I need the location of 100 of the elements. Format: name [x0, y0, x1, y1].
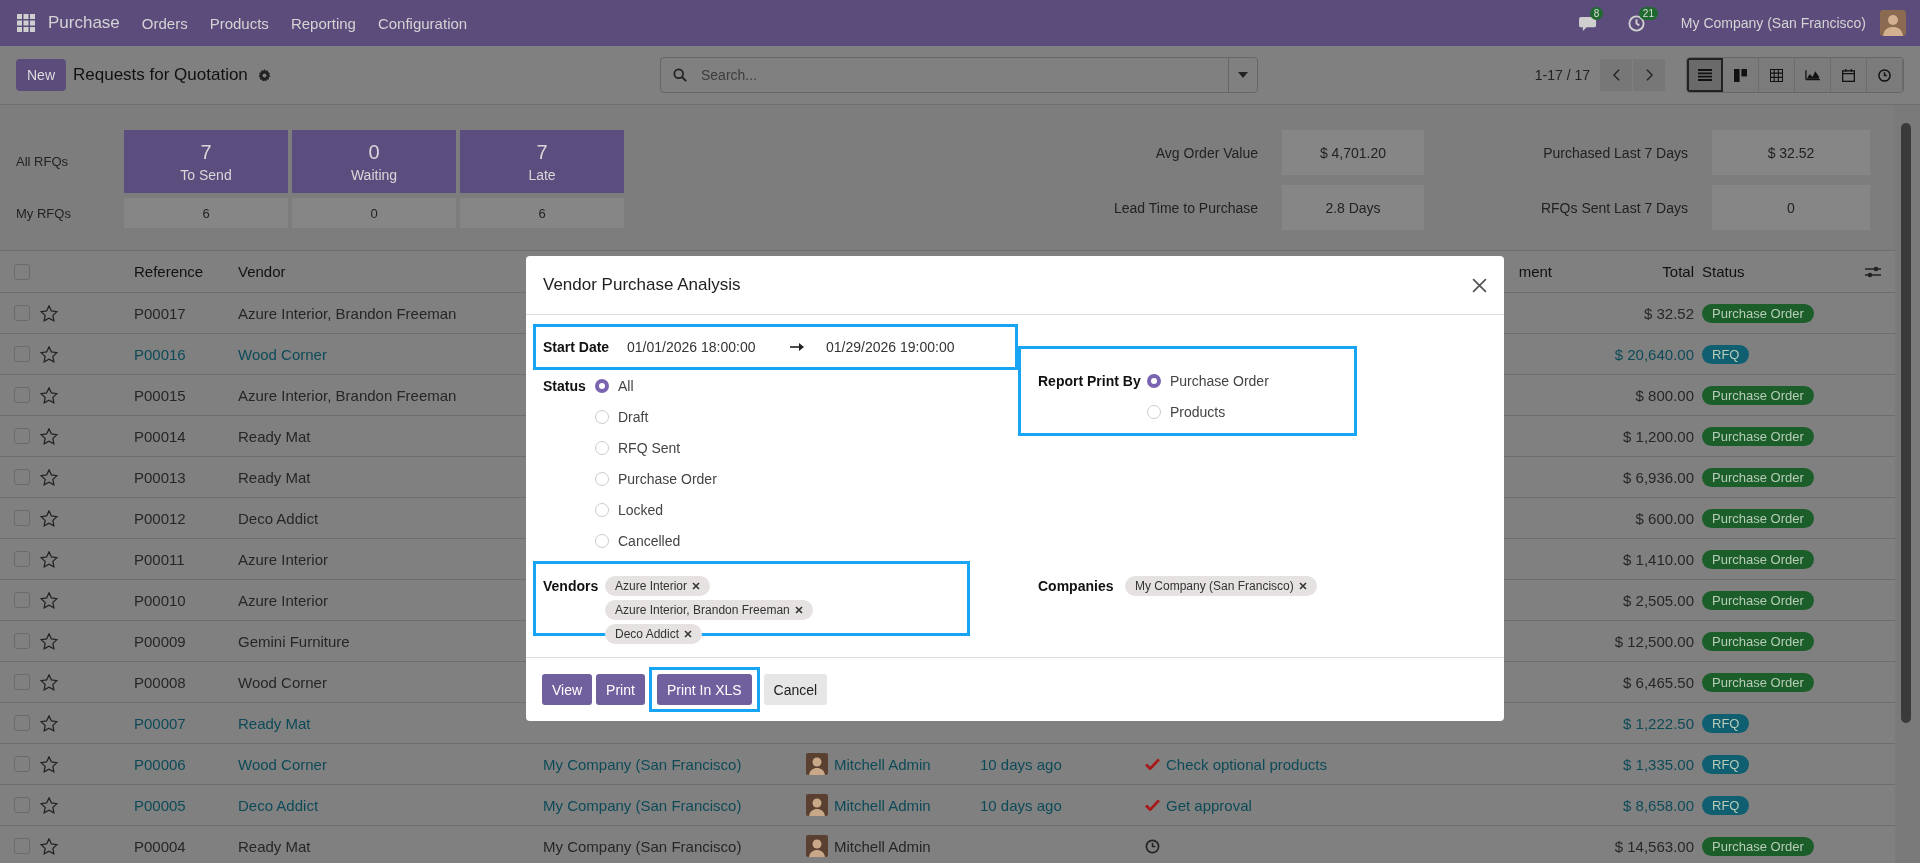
star-icon[interactable] [40, 714, 58, 732]
table-cell-text: Wood Corner [238, 345, 328, 363]
user-avatar[interactable] [1880, 10, 1906, 36]
dialog-button[interactable]: View [542, 674, 593, 705]
stat-value: $ 4,701.20 [1282, 130, 1424, 175]
gear-icon[interactable] [257, 68, 271, 82]
star-icon[interactable] [40, 468, 58, 486]
vendor-tag[interactable]: Azure Interior [605, 576, 711, 596]
table-cell-text: P00004 [134, 837, 187, 855]
star-icon[interactable] [40, 345, 58, 363]
stat-tile[interactable]: 6 [124, 198, 288, 228]
table-cell-text: P00009 [134, 632, 187, 650]
star-icon[interactable] [40, 550, 58, 568]
company-switcher[interactable]: My Company (San Francisco) [1680, 15, 1866, 31]
stat-tile[interactable]: 7 Late [460, 130, 624, 193]
stat-tile[interactable]: 7 To Send [124, 130, 288, 193]
table-cell-text: P00017 [134, 304, 187, 322]
radio-button[interactable] [595, 379, 609, 393]
page-title: Requests for Quotation [73, 65, 248, 85]
star-icon[interactable] [40, 796, 58, 814]
check-icon[interactable] [1145, 799, 1160, 811]
table-cell: My Company (San Francisco) [543, 755, 742, 773]
radio-label: All [618, 378, 634, 394]
kanban-view-button[interactable] [1723, 58, 1759, 92]
table-cell-text: $ 1,200.00 [1622, 427, 1694, 445]
activity-view-button[interactable] [1867, 58, 1903, 92]
field-label: Status [543, 377, 587, 396]
search-input[interactable]: Search... [699, 66, 1228, 84]
check-icon[interactable] [1145, 758, 1160, 770]
remove-icon[interactable] [1298, 582, 1307, 590]
table-cell-text: $ 800.00 [1634, 386, 1694, 404]
app-name[interactable]: Purchase [48, 13, 120, 33]
tile-count: 7 [536, 140, 548, 164]
avatar [806, 753, 828, 775]
new-button[interactable]: New [16, 59, 66, 91]
calendar-icon [1842, 68, 1855, 82]
clock-icon[interactable] [1145, 838, 1160, 854]
table-cell-text: Deco Addict [238, 509, 320, 527]
star-icon[interactable] [40, 755, 58, 773]
table-cell-text: Gemini Furniture [238, 632, 351, 650]
status-badge: Purchase Order [1702, 467, 1814, 487]
dialog-button[interactable]: Cancel [763, 674, 828, 705]
search-icon [673, 68, 687, 82]
status-badge: Purchase Order [1702, 549, 1814, 569]
vendor-tag[interactable]: Azure Interior, Brandon Freeman [605, 600, 813, 620]
table-cell-text: Azure Interior, Brandon Freeman [238, 304, 458, 322]
sliders-icon[interactable] [1864, 264, 1881, 279]
star-icon[interactable] [40, 673, 58, 691]
stat-tile[interactable]: 6 [460, 198, 624, 228]
stat-label: RFQs Sent Last 7 Days [1539, 198, 1688, 218]
menu-item[interactable]: Products [209, 14, 269, 32]
stat-label: Purchased Last 7 Days [1542, 143, 1688, 163]
star-icon[interactable] [40, 837, 58, 855]
column-header[interactable]: Total [1560, 263, 1694, 280]
star-icon[interactable] [40, 304, 58, 322]
star-icon[interactable] [40, 386, 58, 404]
stat-label: Lead Time to Purchase [1113, 198, 1258, 218]
vendor-tag[interactable]: Deco Addict [605, 624, 703, 644]
dialog-button[interactable]: Print In XLS [656, 674, 752, 705]
arrow-icon [790, 343, 804, 351]
star-icon[interactable] [40, 632, 58, 650]
apps-grid-icon[interactable] [17, 14, 35, 32]
company-tag[interactable]: My Company (San Francisco) [1125, 576, 1317, 596]
stat-tile[interactable]: 0 [292, 198, 456, 228]
search-field[interactable]: Search... [660, 57, 1258, 93]
star-icon[interactable] [40, 427, 58, 445]
column-header[interactable]: Status [1702, 263, 1850, 280]
list-icon [1698, 69, 1712, 81]
list-view-button[interactable] [1687, 58, 1723, 92]
radio-button[interactable] [1147, 374, 1161, 388]
buyer-name: Mitchell Admin [834, 796, 931, 814]
table-cell: My Company (San Francisco) [543, 837, 742, 855]
date-field[interactable]: 01/29/2026 19:00:00 [826, 339, 966, 355]
scrollbar[interactable] [1895, 105, 1920, 863]
pivot-view-button[interactable] [1759, 58, 1795, 92]
star-icon[interactable] [40, 591, 58, 609]
close-icon[interactable] [1472, 277, 1487, 293]
stat-tile[interactable]: 0 Waiting [292, 130, 456, 193]
remove-icon[interactable] [684, 630, 693, 638]
status-badge: Purchase Order [1702, 508, 1814, 528]
calendar-view-button[interactable] [1831, 58, 1867, 92]
star-icon[interactable] [40, 509, 58, 527]
menu-item[interactable]: Reporting [290, 14, 356, 32]
date-field[interactable]: 01/01/2026 18:00:00 [627, 339, 767, 355]
menu-item[interactable]: Orders [141, 14, 188, 32]
radio-label: Purchase Order [1170, 373, 1269, 389]
remove-icon[interactable] [794, 606, 803, 614]
dialog-button[interactable]: Print [596, 674, 645, 705]
field-label: Start Date [543, 339, 611, 355]
status-badge: Purchase Order [1702, 426, 1814, 446]
remove-icon[interactable] [692, 582, 701, 590]
columns-icon [1734, 68, 1747, 82]
pager-value[interactable]: 1-17 / 17 [1534, 67, 1590, 83]
avatar [806, 794, 828, 816]
column-header[interactable]: Reference [134, 263, 238, 280]
stat-value: $ 32.52 [1712, 130, 1870, 175]
menu-item[interactable]: Configuration [377, 14, 468, 32]
table-cell-text: $ 1,410.00 [1622, 550, 1694, 568]
table-cell-text: Ready Mat [238, 837, 312, 855]
graph-view-button[interactable] [1795, 58, 1831, 92]
